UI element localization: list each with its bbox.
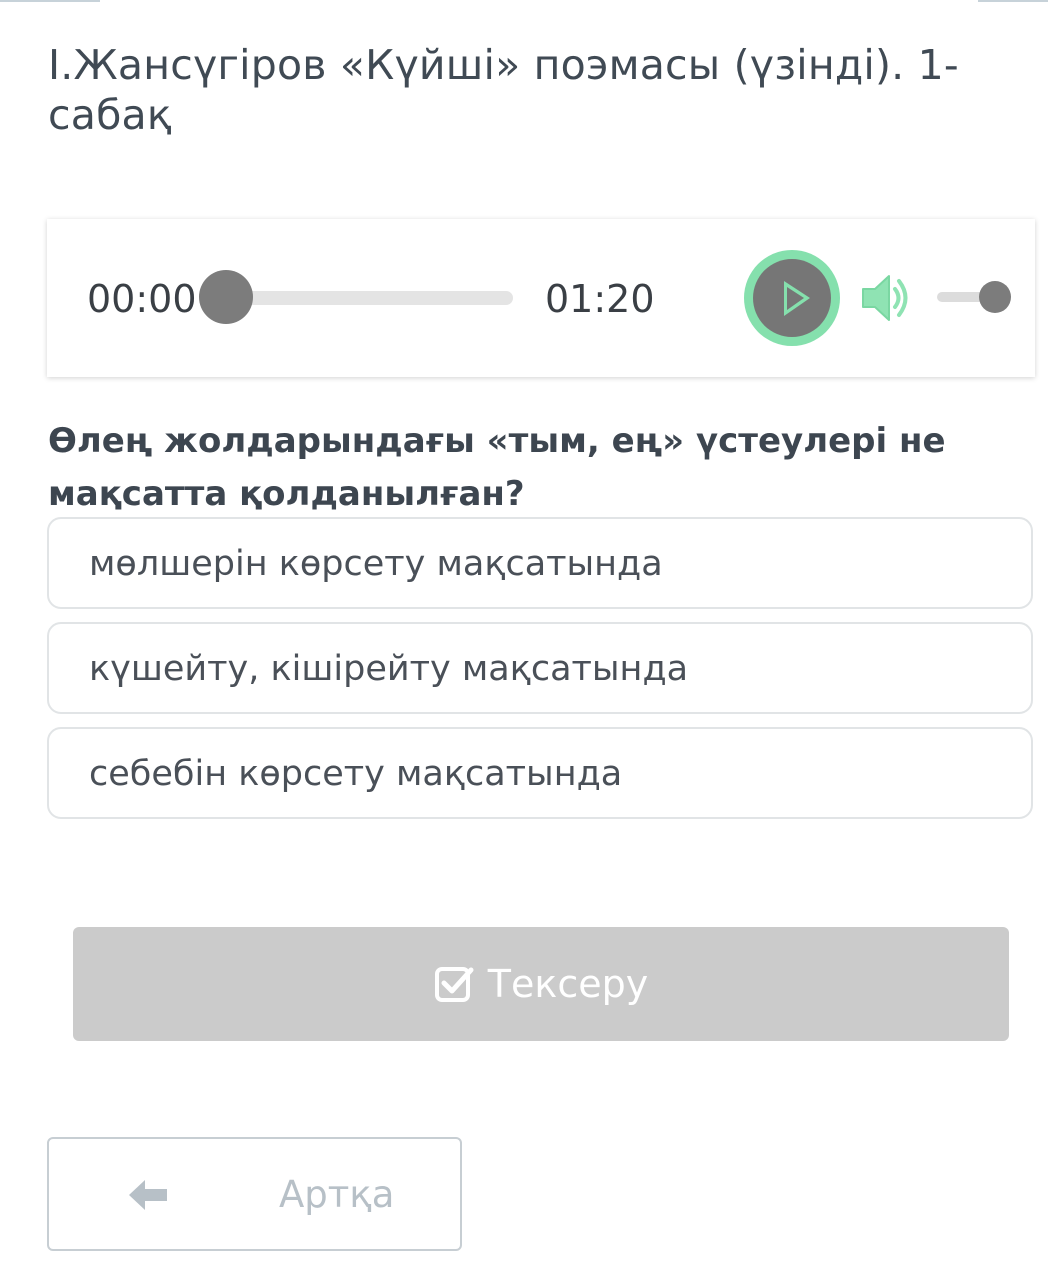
check-button[interactable]: Тексеру bbox=[73, 927, 1009, 1041]
question-text: Өлең жолдарындағы «тым, ең» үстеулері не… bbox=[48, 421, 946, 514]
lesson-title: І.Жансүгіров «Күйші» поэмасы (үзінді). 1… bbox=[48, 41, 959, 139]
total-time: 01:20 bbox=[545, 277, 655, 321]
top-divider-right bbox=[978, 0, 1048, 2]
current-time: 00:00 bbox=[87, 277, 197, 321]
answer-option-label: күшейту, кішірейту мақсатында bbox=[89, 649, 689, 689]
progress-track[interactable] bbox=[227, 291, 513, 305]
answer-option-label: себебін көрсету мақсатында bbox=[89, 754, 623, 794]
check-button-label: Тексеру bbox=[487, 962, 649, 1006]
volume-icon[interactable] bbox=[855, 267, 917, 329]
back-button-label: Артқа bbox=[279, 1173, 395, 1216]
play-button[interactable] bbox=[744, 250, 840, 346]
answer-option-label: мөлшерін көрсету мақсатында bbox=[89, 544, 663, 584]
volume-thumb[interactable] bbox=[979, 281, 1011, 313]
audio-player: 00:00 01:20 bbox=[47, 219, 1035, 377]
top-divider-left bbox=[0, 0, 100, 2]
answer-option-1[interactable]: мөлшерін көрсету мақсатында bbox=[47, 517, 1033, 609]
arrow-left-icon bbox=[129, 1180, 167, 1210]
answer-option-3[interactable]: себебін көрсету мақсатында bbox=[47, 727, 1033, 819]
play-icon bbox=[784, 281, 810, 316]
answer-option-2[interactable]: күшейту, кішірейту мақсатында bbox=[47, 622, 1033, 714]
checkbox-icon bbox=[434, 967, 474, 1002]
progress-thumb[interactable] bbox=[199, 270, 253, 324]
back-button[interactable]: Артқа bbox=[47, 1137, 462, 1251]
